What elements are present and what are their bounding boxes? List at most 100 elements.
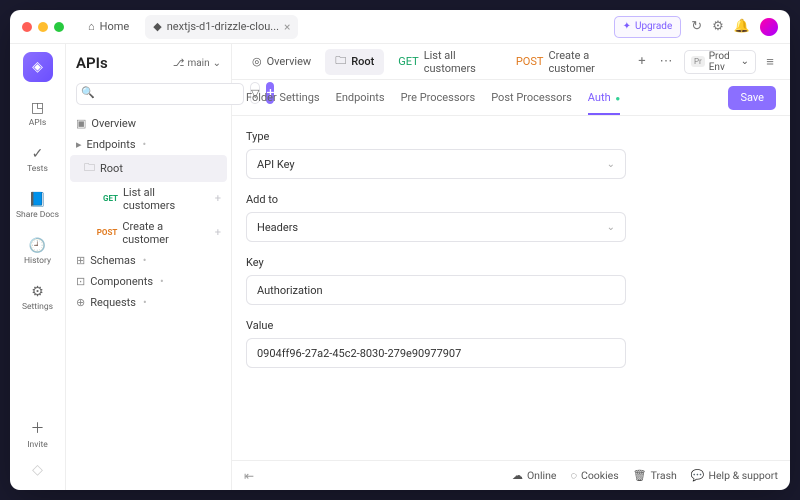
user-avatar[interactable] — [760, 18, 778, 36]
key-input[interactable] — [246, 275, 626, 305]
cookies-button[interactable]: ◌Cookies — [570, 469, 618, 482]
rail-label: Settings — [22, 302, 53, 312]
rail-label: Share Docs — [16, 210, 59, 220]
project-tab-label: nextjs-d1-drizzle-clou... — [167, 20, 279, 33]
status-bar: ⇤ ☁ Online ◌Cookies 🗑 Trash 💬 Help & suppor… — [232, 460, 790, 490]
tree-endpoints[interactable]: ▸ Endpoints • — [66, 134, 231, 155]
tree-schemas[interactable]: ⊞ Schemas • — [66, 250, 231, 271]
home-tab[interactable]: ⌂ Home — [80, 15, 137, 39]
rail-apis[interactable]: ◳ APIs — [10, 94, 65, 134]
env-settings-button[interactable]: ≡ — [760, 50, 780, 74]
cloud-icon: ☁ — [512, 469, 523, 482]
help-button[interactable]: 💬 Help & support — [691, 469, 778, 482]
main-tab-list-customers[interactable]: GET List all customers — [388, 49, 502, 75]
home-icon: ⌂ — [88, 20, 95, 33]
branch-label: main — [187, 58, 209, 69]
rail-tests[interactable]: ✓ Tests — [10, 140, 65, 180]
schemas-icon: ⊞ — [76, 254, 85, 267]
trash-label: Trash — [651, 469, 677, 482]
search-input[interactable] — [76, 83, 244, 105]
online-label: Online — [527, 469, 557, 482]
history-icon: 🕘 — [29, 238, 46, 254]
tree-label: Overview — [91, 117, 136, 130]
chevron-down-icon: ⌄ — [213, 58, 221, 69]
close-window-button[interactable] — [22, 22, 32, 32]
tree-label: Root — [100, 162, 123, 175]
tree-requests[interactable]: ⊕ Requests • — [66, 292, 231, 313]
rail-history[interactable]: 🕘 History — [10, 232, 65, 272]
tree-overview[interactable]: ▣ Overview — [66, 113, 231, 134]
apidog-icon: ◇ — [32, 462, 43, 478]
minimize-window-button[interactable] — [38, 22, 48, 32]
rail-label: Tests — [27, 164, 48, 174]
main-tab-create-customer[interactable]: POST Create a customer — [506, 49, 628, 75]
main-tab-label: Root — [351, 55, 374, 68]
app-logo[interactable]: ◈ — [23, 52, 53, 82]
close-tab-icon[interactable]: × — [284, 20, 290, 34]
subtab-post-processors[interactable]: Post Processors — [491, 81, 572, 114]
subtab-label: Auth — [588, 91, 611, 104]
subtab-endpoints[interactable]: Endpoints — [336, 81, 385, 114]
settings-gear-icon[interactable]: ⚙ — [712, 19, 724, 34]
http-method-badge: GET — [94, 194, 118, 203]
upgrade-label: Upgrade — [635, 21, 672, 32]
subtab-auth[interactable]: Auth ● — [588, 81, 620, 114]
chevron-down-icon: ⌄ — [607, 159, 615, 170]
sparkle-icon: ✦ — [623, 21, 631, 32]
titlebar: ⌂ Home ◆ nextjs-d1-drizzle-clou... × ✦ U… — [10, 10, 790, 44]
project-icon: ◆ — [153, 20, 161, 33]
type-value: API Key — [257, 158, 295, 171]
environment-selector[interactable]: Pr Prod Env ⌄ — [684, 50, 756, 74]
help-icon: 💬 — [691, 469, 705, 482]
dirty-dot: • — [143, 296, 147, 309]
apis-icon: ◳ — [31, 100, 44, 116]
branch-selector[interactable]: ⎇ main ⌄ — [173, 58, 221, 69]
rail-sharedocs[interactable]: 📘 Share Docs — [10, 186, 65, 226]
auth-form: Type API Key ⌄ Add to Headers ⌄ Key — [232, 116, 790, 460]
dirty-dot: • — [160, 275, 164, 288]
tree-root-folder[interactable]: 🗀 Root — [70, 155, 227, 182]
subtab-pre-processors[interactable]: Pre Processors — [401, 81, 476, 114]
main-tab-root[interactable]: 🗀 Root — [325, 49, 384, 75]
add-icon[interactable]: + — [215, 192, 221, 205]
maximize-window-button[interactable] — [54, 22, 64, 32]
tree-endpoint-create-customer[interactable]: POST Create a customer + — [66, 216, 231, 250]
tree-label: List all customers — [123, 186, 210, 212]
rail-settings[interactable]: ⚙ Settings — [10, 278, 65, 318]
tree-components[interactable]: ⊡ Components • — [66, 271, 231, 292]
tree-label: Schemas — [90, 254, 136, 267]
subtab-folder-settings[interactable]: Folder Settings — [246, 81, 320, 114]
main-tab-overview[interactable]: ◎ Overview — [242, 49, 321, 75]
cookies-label: Cookies — [581, 469, 619, 482]
value-input[interactable] — [246, 338, 626, 368]
rail-label: History — [24, 256, 51, 266]
save-button[interactable]: Save — [728, 86, 776, 110]
add-icon[interactable]: + — [215, 226, 221, 239]
project-tab[interactable]: ◆ nextjs-d1-drizzle-clou... × — [145, 15, 298, 39]
more-tabs-button[interactable]: ⋯ — [656, 50, 676, 74]
addto-select[interactable]: Headers ⌄ — [246, 212, 626, 242]
components-icon: ⊡ — [76, 275, 85, 288]
trash-button[interactable]: 🗑 Trash — [633, 469, 677, 482]
upgrade-button[interactable]: ✦ Upgrade — [614, 16, 682, 38]
notifications-icon[interactable]: 🔔 — [734, 19, 750, 34]
main-panel: ◎ Overview 🗀 Root GET List all customers… — [232, 44, 790, 490]
tree-label: Components — [90, 275, 153, 288]
collapse-sidebar-icon[interactable]: ⇤ — [244, 469, 254, 483]
requests-icon: ⊕ — [76, 296, 85, 309]
rail-label: Invite — [27, 440, 47, 450]
online-status[interactable]: ☁ Online — [512, 469, 557, 482]
tree-endpoint-list-customers[interactable]: GET List all customers + — [66, 182, 231, 216]
new-tab-button[interactable]: + — [632, 50, 652, 74]
sidebar: APIs ⎇ main ⌄ 🔍 ▽ + ▣ Overview — [66, 44, 232, 490]
sidebar-title: APIs — [76, 54, 108, 72]
refresh-icon[interactable]: ↻ — [691, 19, 702, 34]
eye-icon: ◎ — [252, 55, 262, 68]
rail-invite[interactable]: ＋ Invite — [10, 412, 65, 456]
trash-icon: 🗑 — [633, 469, 647, 482]
tree-label: Requests — [90, 296, 136, 309]
http-method-badge: POST — [94, 228, 117, 237]
type-select[interactable]: API Key ⌄ — [246, 149, 626, 179]
type-label: Type — [246, 130, 776, 143]
help-label: Help & support — [709, 469, 779, 482]
